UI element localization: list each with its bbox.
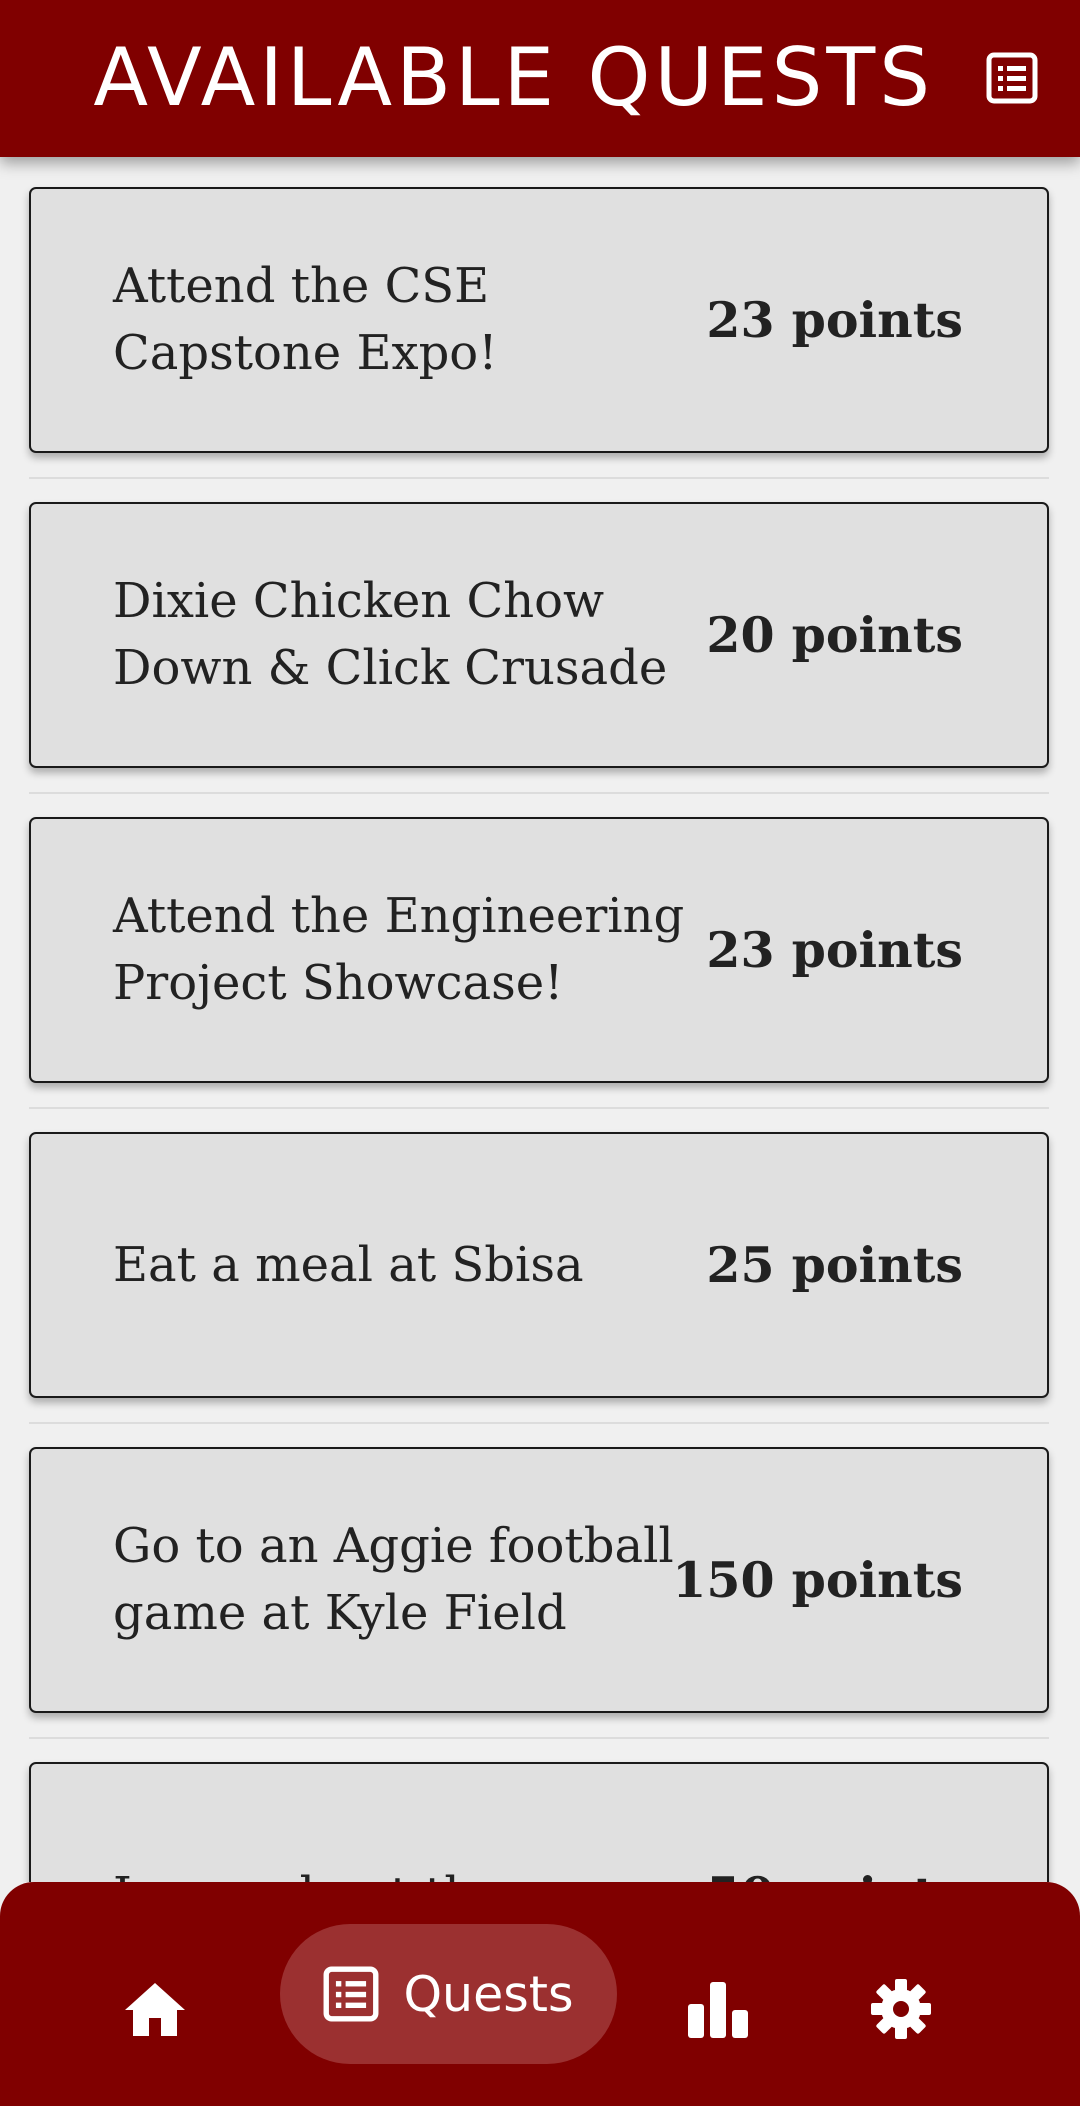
quest-card[interactable]: Go to an Aggie football game at Kyle Fie… [29,1447,1049,1713]
app-header: AVAILABLE QUESTS [0,0,1080,157]
quest-points: 23 points [706,921,963,979]
quest-name: Go to an Aggie football game at Kyle Fie… [113,1518,674,1641]
divider [29,1737,1049,1739]
quest-list[interactable]: Attend the CSE Capstone Expo! 23 points … [0,157,1080,1882]
quest-name: Dixie Chicken Chow Down & Click Crusade [113,573,668,696]
quest-name: Attend the Engineering Project Showcase! [113,888,685,1011]
quest-name: Eat a meal at Sbisa [113,1236,584,1293]
quest-card[interactable]: Learn about the 50 points [29,1762,1049,1882]
quest-card[interactable]: Eat a meal at Sbisa 25 points [29,1132,1049,1398]
nav-settings-button[interactable] [856,1964,946,2054]
quest-name: Learn about the [113,1764,713,1883]
quest-card[interactable]: Attend the CSE Capstone Expo! 23 points [29,187,1049,453]
divider [29,1107,1049,1109]
nav-stats-button[interactable] [673,1964,763,2054]
divider [29,477,1049,479]
divider [29,792,1049,794]
divider [29,1422,1049,1424]
quest-list-icon [324,1966,379,2022]
quest-points: 23 points [706,291,963,349]
nav-home-button[interactable] [110,1964,200,2054]
quest-card[interactable]: Dixie Chicken Chow Down & Click Crusade … [29,502,1049,768]
page-title: AVAILABLE QUESTS [93,31,934,124]
quest-points: 50 points [706,1764,963,1882]
bar-chart-icon [688,1982,748,2038]
quest-points: 20 points [706,606,963,664]
gear-icon [871,1979,931,2039]
nav-quests-button[interactable]: Quests [280,1924,617,2064]
quest-list-icon[interactable] [986,52,1038,104]
quest-points: 25 points [706,1236,963,1294]
quest-card[interactable]: Attend the Engineering Project Showcase!… [29,817,1049,1083]
quest-name: Attend the CSE Capstone Expo! [113,258,498,381]
bottom-navigation: Quests [0,1882,1080,2106]
quest-points: 150 points [672,1551,963,1609]
nav-quests-label: Quests [403,1965,574,2023]
home-icon [125,1983,185,2036]
